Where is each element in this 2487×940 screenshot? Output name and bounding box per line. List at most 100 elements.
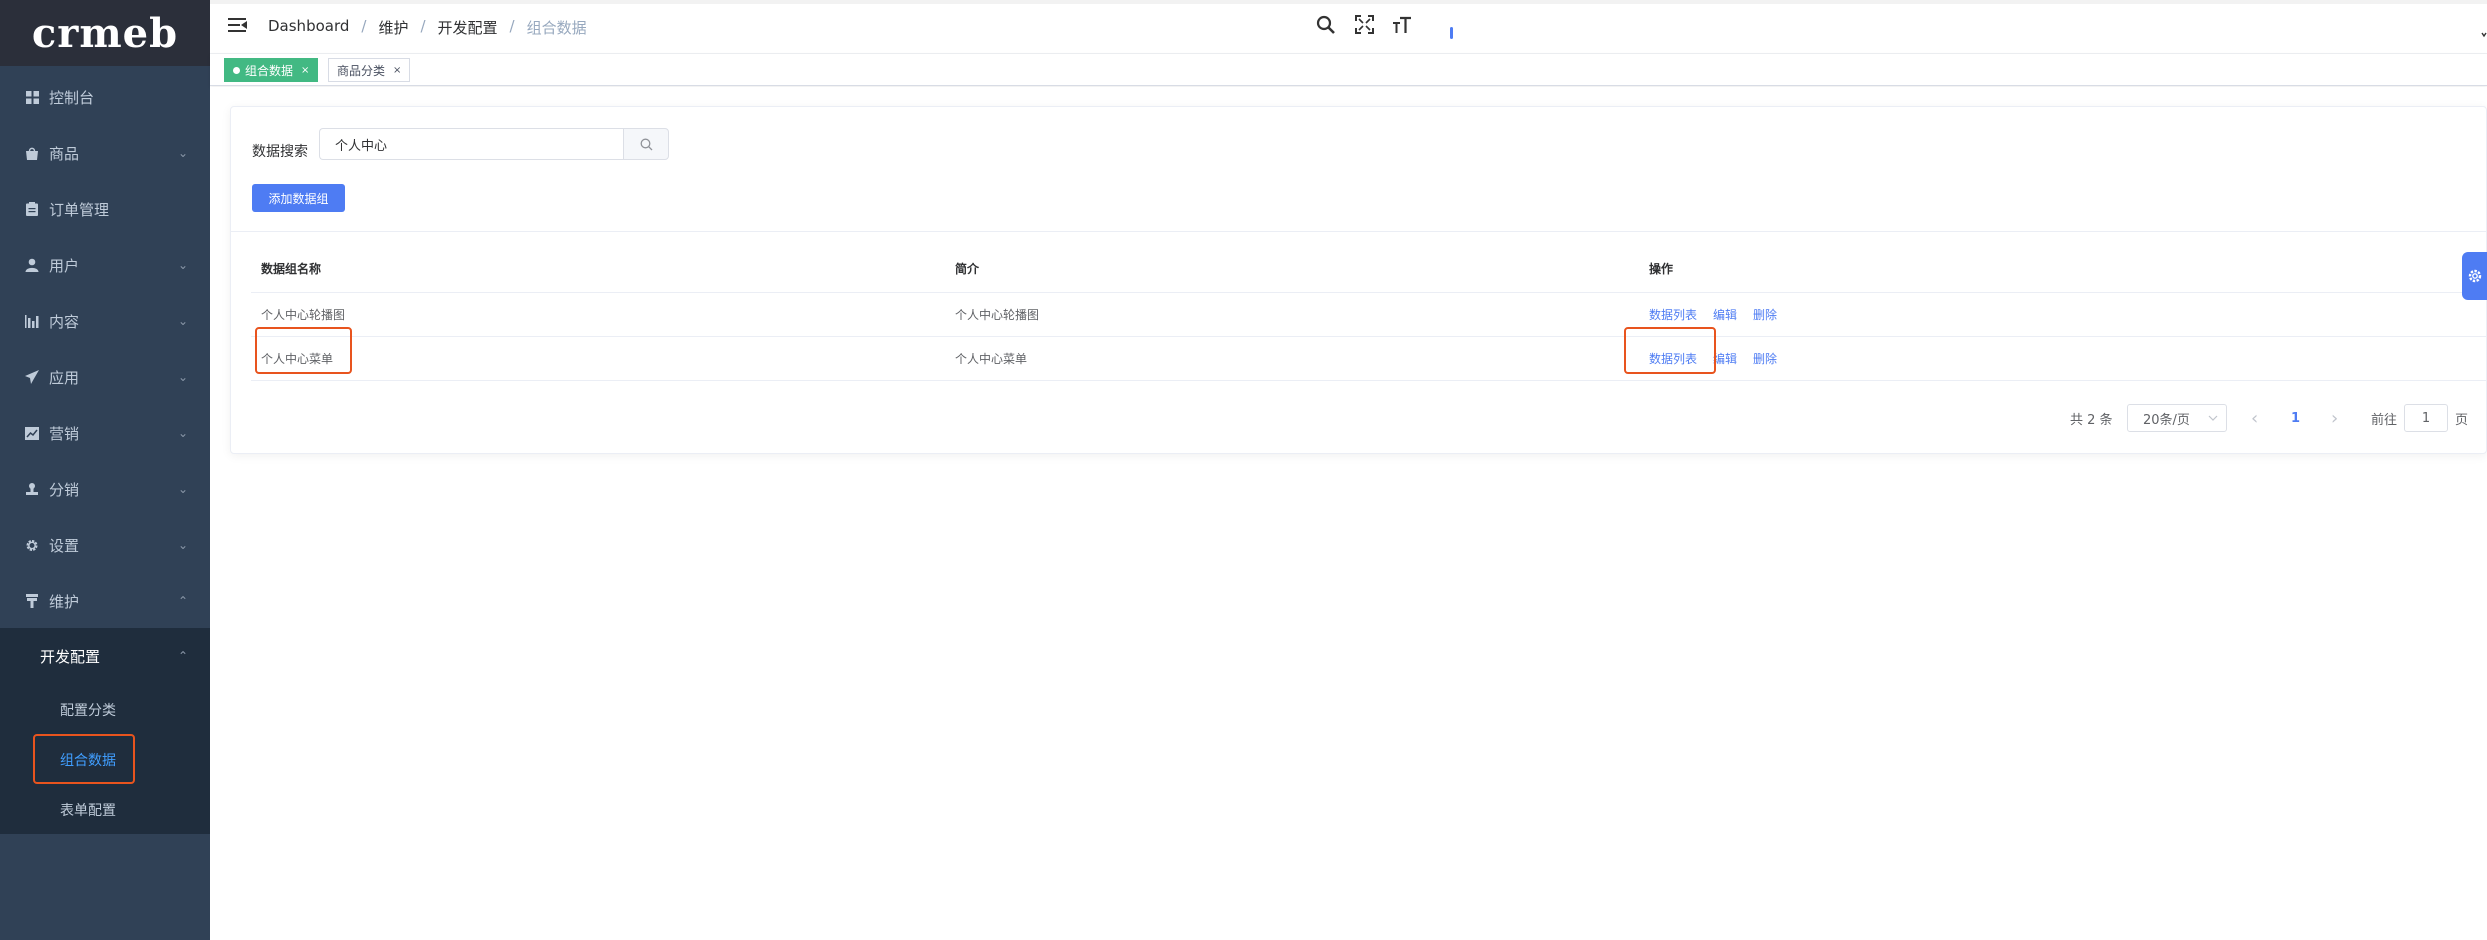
- goto-label: 前往: [2371, 412, 2398, 428]
- search-label: 数据搜索: [252, 144, 308, 160]
- sidebar-item-settings[interactable]: 设置 ⌄: [0, 517, 210, 573]
- chevron-down-icon: ⌄: [178, 314, 189, 328]
- send-icon: [25, 370, 39, 384]
- sidebar-item-apps[interactable]: 应用 ⌄: [0, 349, 210, 405]
- goto-page-input[interactable]: [2404, 404, 2448, 432]
- column-header-actions: 操作: [1649, 262, 1674, 276]
- clipboard-icon: [25, 202, 39, 216]
- settings-drawer-tab[interactable]: [2462, 252, 2487, 300]
- trend-chart-icon: [25, 426, 39, 440]
- sidebar-item-config-category[interactable]: 配置分类: [60, 685, 116, 735]
- sidebar-item-maintenance[interactable]: 维护 ⌃: [0, 573, 210, 629]
- tool-icon: [25, 594, 39, 608]
- column-header-desc: 简介: [955, 262, 980, 276]
- user-icon: [25, 258, 39, 272]
- sidebar-item-label: 控制台: [49, 88, 95, 107]
- delete-link[interactable]: 删除: [1753, 350, 1777, 367]
- sidebar-item-users[interactable]: 用户 ⌄: [0, 237, 210, 293]
- sidebar-item-orders[interactable]: 订单管理: [0, 181, 210, 237]
- sidebar-item-label: 设置: [49, 536, 80, 555]
- sidebar-item-label: 组合数据: [60, 753, 116, 769]
- chevron-down-icon: ⌄: [178, 482, 189, 496]
- delete-link[interactable]: 删除: [1753, 306, 1777, 323]
- chevron-up-icon: ⌃: [178, 594, 189, 608]
- sidebar-item-combined-data[interactable]: 组合数据: [60, 735, 116, 785]
- tags-view: 组合数据 × 商品分类 ×: [210, 54, 2487, 86]
- logo[interactable]: crmeb: [0, 0, 210, 66]
- data-list-link[interactable]: 数据列表: [1649, 306, 1697, 323]
- active-dot-icon: [233, 66, 240, 74]
- sidebar-item-label: 开发配置: [40, 647, 101, 666]
- edit-link[interactable]: 编辑: [1713, 306, 1737, 323]
- divider: [231, 231, 2487, 232]
- next-page-button[interactable]: ›: [2331, 404, 2338, 432]
- page-unit-label: 页: [2455, 412, 2469, 428]
- bar-chart-icon: [25, 314, 39, 328]
- breadcrumb-item[interactable]: Dashboard: [268, 17, 349, 38]
- add-data-group-button[interactable]: 添加数据组: [252, 184, 345, 212]
- page-number-1[interactable]: 1: [2291, 404, 2300, 432]
- breadcrumb: Dashboard / 维护 / 开发配置 / 组合数据: [268, 17, 587, 38]
- row-actions: 数据列表 编辑 删除: [1649, 293, 1793, 336]
- sidebar-item-dashboard[interactable]: 控制台: [0, 69, 210, 125]
- table-row: 个人中心轮播图 个人中心轮播图 数据列表 编辑 删除: [251, 293, 2487, 337]
- breadcrumb-separator: /: [361, 17, 367, 35]
- row-name: 个人中心轮播图: [261, 308, 346, 322]
- tag-product-category[interactable]: 商品分类 ×: [328, 58, 411, 82]
- chevron-down-icon: ⌄: [178, 258, 189, 272]
- dropdown-caret-icon[interactable]: [2481, 20, 2487, 44]
- fullscreen-icon[interactable]: [1355, 15, 1374, 39]
- data-list-link[interactable]: 数据列表: [1649, 350, 1697, 367]
- table-header: 数据组名称 简介 操作: [251, 245, 2487, 293]
- tag-label: 商品分类: [337, 63, 386, 78]
- dashboard-icon: [25, 90, 39, 104]
- tag-label: 组合数据: [245, 63, 294, 78]
- sidebar-item-label: 订单管理: [49, 200, 110, 219]
- chevron-down-icon: ⌄: [178, 370, 189, 384]
- breadcrumb-current: 组合数据: [526, 19, 587, 37]
- avatar-indicator-icon[interactable]: [1450, 20, 1454, 44]
- row-desc: 个人中心轮播图: [955, 308, 1040, 322]
- row-desc: 个人中心菜单: [955, 352, 1028, 366]
- sidebar-submenu-dev-config[interactable]: 开发配置 ⌃: [40, 631, 210, 681]
- pagination-total: 共 2 条: [2070, 412, 2113, 428]
- breadcrumb-separator: /: [509, 17, 515, 35]
- sidebar-item-marketing[interactable]: 营销 ⌄: [0, 405, 210, 461]
- font-size-icon[interactable]: [1392, 15, 1412, 40]
- sidebar-item-label: 表单配置: [60, 803, 116, 819]
- breadcrumb-separator: /: [420, 17, 426, 35]
- search-button[interactable]: [623, 128, 669, 160]
- logo-text: crmeb: [31, 9, 179, 57]
- row-actions: 数据列表 编辑 删除: [1649, 337, 1793, 380]
- search-icon[interactable]: [1316, 15, 1336, 40]
- prev-page-button[interactable]: ‹: [2251, 404, 2258, 432]
- edit-link[interactable]: 编辑: [1713, 350, 1737, 367]
- gear-icon: [25, 538, 39, 552]
- sidebar-item-label: 分销: [49, 480, 80, 499]
- hamburger-icon[interactable]: [228, 18, 247, 34]
- close-icon[interactable]: ×: [393, 65, 401, 76]
- sidebar-item-product[interactable]: 商品 ⌄: [0, 125, 210, 181]
- tag-combined-data[interactable]: 组合数据 ×: [224, 58, 319, 82]
- sidebar: crmeb 控制台 商品 ⌄ 订单管理 用户 ⌄ 内容 ⌄ 应用 ⌄ 营销 ⌄ …: [0, 0, 210, 940]
- sidebar-item-content[interactable]: 内容 ⌄: [0, 293, 210, 349]
- sidebar-item-label: 维护: [49, 592, 80, 611]
- navbar: Dashboard / 维护 / 开发配置 / 组合数据: [210, 0, 2487, 54]
- close-icon[interactable]: ×: [301, 65, 309, 76]
- sidebar-item-distribution[interactable]: 分销 ⌄: [0, 461, 210, 517]
- person-stamp-icon: [25, 482, 39, 496]
- chevron-down-icon: ⌄: [178, 426, 189, 440]
- chevron-up-icon: ⌃: [178, 649, 189, 663]
- sidebar-item-label: 内容: [49, 312, 80, 331]
- sidebar-item-label: 营销: [49, 424, 80, 443]
- page-size-select[interactable]: 20条/页: [2127, 404, 2227, 432]
- content-card: 数据搜索 添加数据组 数据组名称 简介 操作 个人中心轮播图 个人中心轮播图 数…: [230, 106, 2487, 454]
- search-input[interactable]: [319, 128, 623, 160]
- sidebar-item-label: 用户: [49, 256, 80, 275]
- sidebar-item-label: 配置分类: [60, 703, 116, 719]
- breadcrumb-item: 维护: [378, 19, 409, 37]
- sidebar-item-form-config[interactable]: 表单配置: [60, 785, 116, 835]
- breadcrumb-item: 开发配置: [437, 19, 498, 37]
- row-name: 个人中心菜单: [261, 352, 334, 366]
- chevron-down-icon: ⌄: [178, 538, 189, 552]
